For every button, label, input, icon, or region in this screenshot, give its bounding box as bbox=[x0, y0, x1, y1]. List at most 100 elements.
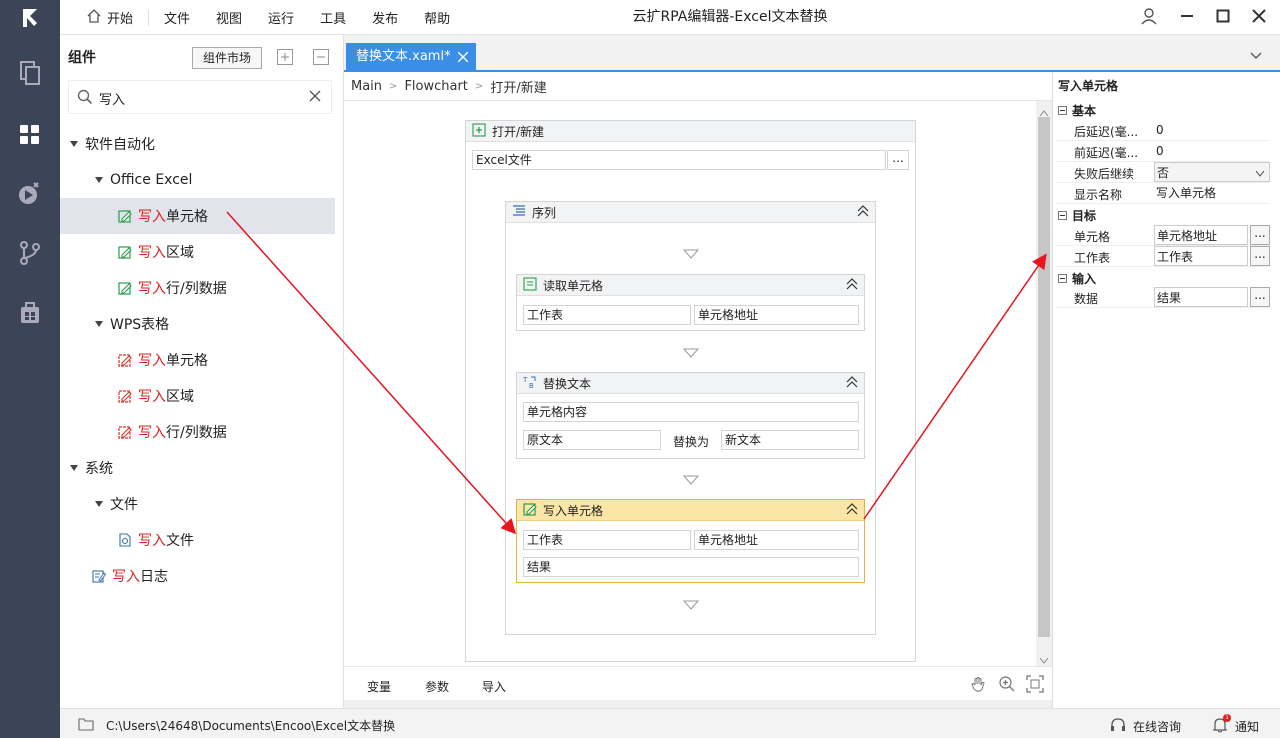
menu-tools[interactable]: 工具 bbox=[307, 8, 359, 27]
tab-arguments[interactable]: 参数 bbox=[425, 678, 449, 695]
original-text-input[interactable]: 原文本 bbox=[523, 430, 661, 450]
menu-file[interactable]: 文件 bbox=[151, 8, 203, 27]
maximize-icon[interactable] bbox=[1216, 9, 1230, 27]
menu-publish[interactable]: 发布 bbox=[359, 8, 411, 27]
tree-group-office-excel[interactable]: Office Excel bbox=[60, 162, 344, 198]
menu-run[interactable]: 运行 bbox=[255, 8, 307, 27]
package-icon[interactable] bbox=[15, 298, 45, 328]
cell-content-input[interactable]: 单元格内容 bbox=[523, 402, 859, 422]
zoom-in-icon[interactable] bbox=[998, 675, 1016, 697]
search-input[interactable] bbox=[99, 88, 299, 108]
menu-view[interactable]: 视图 bbox=[203, 8, 255, 27]
cell-address-input[interactable]: 单元格地址 bbox=[1154, 225, 1248, 245]
prop-after-delay: 后延迟(毫... 0 bbox=[1057, 120, 1269, 141]
tree-label: 文件 bbox=[110, 497, 138, 513]
activity-write-cell[interactable]: 写入单元格 工作表 单元格地址 结果 bbox=[516, 499, 865, 583]
tree-item-wps-write-cell[interactable]: 写入 单元格 bbox=[60, 342, 344, 378]
drop-target-icon[interactable] bbox=[682, 248, 700, 263]
browse-file-button[interactable]: ... bbox=[887, 150, 909, 170]
tree-group-system[interactable]: 系统 bbox=[60, 450, 344, 486]
drop-target-icon[interactable] bbox=[682, 347, 700, 362]
continue-on-error-select[interactable]: 否 bbox=[1154, 162, 1270, 182]
collapse-box-icon[interactable] bbox=[1058, 210, 1067, 220]
tree-item-wps-write-range[interactable]: 写入 区域 bbox=[60, 378, 344, 414]
online-consult-button[interactable]: 在线咨询 bbox=[1110, 717, 1181, 736]
clear-search-icon[interactable] bbox=[309, 90, 321, 106]
drop-target-icon[interactable] bbox=[682, 599, 700, 614]
breadcrumb-main[interactable]: Main bbox=[351, 79, 382, 94]
tree-group-wps[interactable]: WPS表格 bbox=[60, 306, 344, 342]
data-ellipsis-button[interactable]: ... bbox=[1250, 287, 1270, 307]
read-address-input[interactable]: 单元格地址 bbox=[694, 305, 859, 325]
canvas-scrollbar[interactable] bbox=[1036, 101, 1052, 666]
section-input[interactable]: 输入 bbox=[1058, 269, 1278, 287]
display-name-input[interactable]: 写入单元格 bbox=[1154, 183, 1268, 203]
notification-button[interactable]: 1 通知 bbox=[1212, 714, 1259, 736]
activity-read-cell[interactable]: 读取单元格 工作表 单元格地址 bbox=[516, 274, 865, 331]
tab-imports[interactable]: 导入 bbox=[482, 678, 506, 695]
data-input[interactable]: 结果 bbox=[1154, 287, 1248, 307]
user-icon[interactable] bbox=[1140, 7, 1158, 29]
prop-label: 前延迟(毫... bbox=[1074, 146, 1139, 160]
tree-item-excel-write-rowcol[interactable]: 写入 行/列数据 bbox=[60, 270, 344, 306]
expand-all-button[interactable] bbox=[277, 49, 293, 65]
debug-icon[interactable] bbox=[15, 178, 45, 208]
collapse-box-icon[interactable] bbox=[1058, 273, 1067, 283]
scrollbar-thumb[interactable] bbox=[1038, 117, 1050, 637]
component-market-button[interactable]: 组件市场 bbox=[192, 47, 262, 69]
section-basic[interactable]: 基本 bbox=[1058, 101, 1278, 119]
fit-screen-icon[interactable] bbox=[1026, 675, 1044, 697]
tree-item-excel-write-cell[interactable]: 写入 单元格 bbox=[60, 198, 335, 234]
files-icon[interactable] bbox=[15, 58, 45, 88]
properties-title: 写入单元格 bbox=[1058, 79, 1119, 93]
breadcrumb-open[interactable]: 打开/新建 bbox=[490, 77, 546, 96]
close-tab-icon[interactable] bbox=[457, 43, 469, 73]
section-target[interactable]: 目标 bbox=[1058, 206, 1278, 224]
minimize-icon[interactable] bbox=[1180, 9, 1194, 27]
menu-help[interactable]: 帮助 bbox=[411, 8, 463, 27]
match-highlight: 写入 bbox=[112, 569, 140, 585]
menu-start[interactable]: 开始 bbox=[74, 8, 146, 27]
activity-sequence[interactable]: 序列 读取单元格 工作表 单元格地址 TB 替换文本 单元格内容 原文本 替换为… bbox=[505, 201, 876, 635]
hand-pan-icon[interactable] bbox=[970, 675, 988, 697]
collapse-icon[interactable] bbox=[846, 503, 858, 518]
prop-continue-on-error: 失败后继续 否 bbox=[1057, 162, 1270, 183]
collapse-all-button[interactable] bbox=[313, 49, 329, 65]
new-text-input[interactable]: 新文本 bbox=[721, 430, 859, 450]
collapse-icon[interactable] bbox=[846, 376, 858, 391]
close-icon[interactable] bbox=[1252, 8, 1266, 27]
logo-icon[interactable] bbox=[18, 6, 42, 30]
branch-icon[interactable] bbox=[15, 238, 45, 268]
tab-replace-text[interactable]: 替换文本.xaml* bbox=[346, 43, 476, 71]
read-sheet-input[interactable]: 工作表 bbox=[523, 305, 691, 325]
excel-file-input[interactable]: Excel文件 bbox=[472, 150, 886, 170]
sheet-input[interactable]: 工作表 bbox=[1154, 246, 1248, 266]
cell-ellipsis-button[interactable]: ... bbox=[1250, 225, 1270, 245]
workflow-canvas[interactable]: 打开/新建 Excel文件 ... 序列 读取单元格 工作表 单元格地址 T B… bbox=[344, 101, 1036, 666]
activity-replace-text[interactable]: TB 替换文本 单元格内容 原文本 替换为 新文本 bbox=[516, 372, 865, 459]
components-icon[interactable] bbox=[15, 120, 45, 150]
after-delay-input[interactable]: 0 bbox=[1154, 120, 1268, 140]
tree-group-file[interactable]: 文件 bbox=[60, 486, 344, 522]
collapse-icon[interactable] bbox=[857, 205, 869, 220]
chevron-down-icon[interactable] bbox=[1250, 49, 1262, 64]
tree-item-write-file[interactable]: 写入 文件 bbox=[60, 522, 344, 558]
write-sheet-input[interactable]: 工作表 bbox=[523, 530, 691, 550]
activity-open-new[interactable]: 打开/新建 Excel文件 ... 序列 读取单元格 工作表 单元格地址 T B… bbox=[465, 120, 916, 662]
collapse-icon[interactable] bbox=[846, 278, 858, 293]
collapse-box-icon[interactable] bbox=[1058, 105, 1067, 115]
write-address-input[interactable]: 单元格地址 bbox=[694, 530, 859, 550]
tree-item-wps-write-rowcol[interactable]: 写入 行/列数据 bbox=[60, 414, 344, 450]
before-delay-input[interactable]: 0 bbox=[1154, 141, 1268, 161]
tree-group-software-automation[interactable]: 软件自动化 bbox=[60, 126, 344, 162]
drop-target-icon[interactable] bbox=[682, 474, 700, 489]
prop-before-delay: 前延迟(毫... 0 bbox=[1057, 141, 1269, 162]
tree-item-excel-write-range[interactable]: 写入 区域 bbox=[60, 234, 344, 270]
caret-down-icon bbox=[70, 141, 78, 147]
scroll-up-icon[interactable] bbox=[1039, 105, 1049, 120]
tab-variables[interactable]: 变量 bbox=[367, 678, 391, 695]
write-data-input[interactable]: 结果 bbox=[523, 557, 859, 577]
tree-item-write-log[interactable]: 写入 日志 bbox=[60, 558, 344, 594]
sheet-ellipsis-button[interactable]: ... bbox=[1250, 246, 1270, 266]
breadcrumb-flowchart[interactable]: Flowchart bbox=[404, 79, 467, 94]
